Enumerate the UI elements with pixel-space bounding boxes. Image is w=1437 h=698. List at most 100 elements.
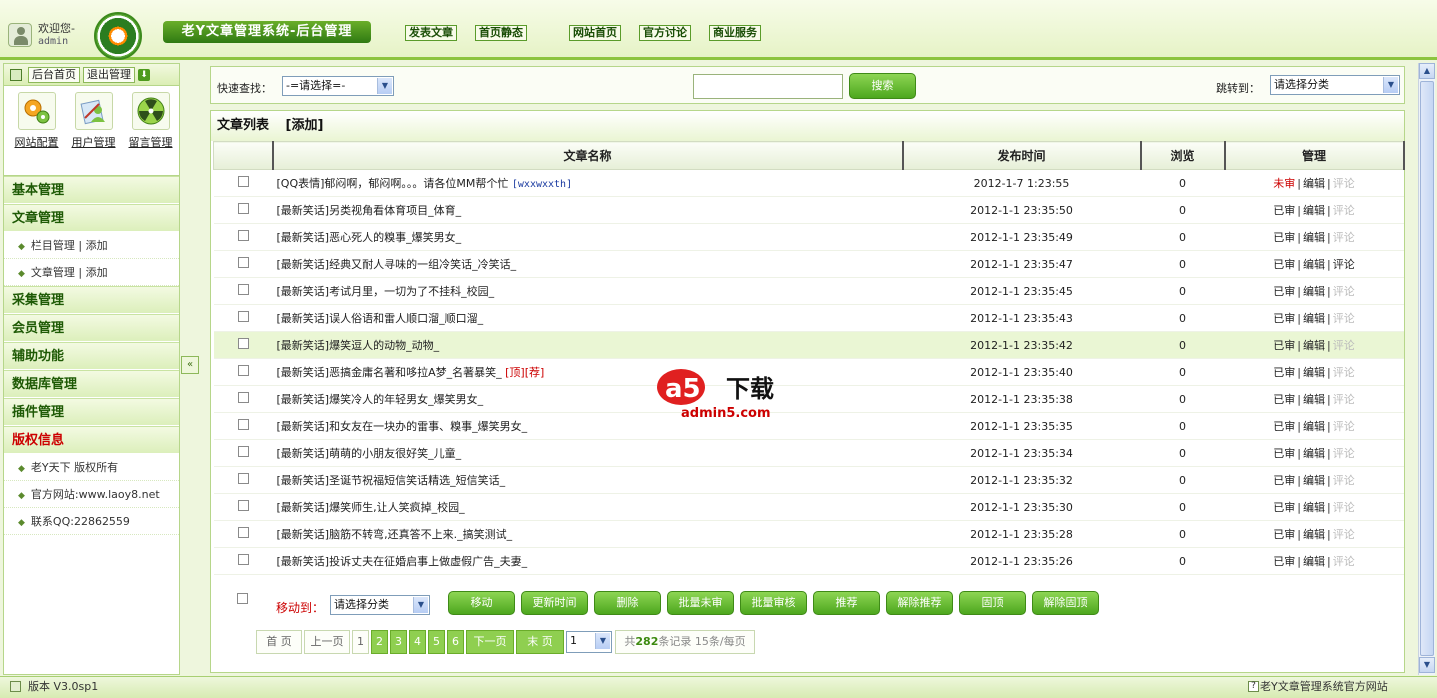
audit-status-link[interactable]: 已审 <box>1273 285 1295 298</box>
page-last[interactable]: 末 页 <box>516 629 564 654</box>
batch-button-3[interactable]: 删除 <box>594 591 661 615</box>
edit-link[interactable]: 编辑 <box>1303 285 1325 298</box>
batch-button-1[interactable]: 移动 <box>448 591 515 615</box>
quick-find-select[interactable]: -=请选择=- ▼ <box>282 76 394 96</box>
menu-basic[interactable]: 基本管理 <box>4 176 179 204</box>
edit-link[interactable]: 编辑 <box>1303 420 1325 433</box>
row-checkbox[interactable] <box>237 257 249 268</box>
audit-status-link[interactable]: 已审 <box>1273 393 1295 406</box>
menu-article[interactable]: 文章管理 <box>4 204 179 232</box>
row-checkbox[interactable] <box>237 527 249 538</box>
page-first[interactable]: 首 页 <box>256 629 302 654</box>
nav-static-home[interactable]: 首页静态 <box>475 25 527 41</box>
page-prev[interactable]: 上一页 <box>304 629 350 654</box>
audit-status-link[interactable]: 已审 <box>1273 420 1295 433</box>
article-title-link[interactable]: [最新笑话]误人俗语和雷人顺口溜_顺口溜_ <box>277 312 484 325</box>
move-to-select[interactable]: 请选择分类 ▼ <box>330 595 430 615</box>
row-checkbox[interactable] <box>237 176 249 187</box>
submenu-article[interactable]: ◆ 文章管理 | 添加 <box>4 259 179 286</box>
edit-link[interactable]: 编辑 <box>1303 474 1325 487</box>
audit-status-link[interactable]: 已审 <box>1273 204 1295 217</box>
row-checkbox[interactable] <box>237 365 249 376</box>
row-checkbox[interactable] <box>237 500 249 511</box>
edit-link[interactable]: 编辑 <box>1303 258 1325 271</box>
page-1[interactable]: 1 <box>352 629 369 654</box>
article-title-link[interactable]: [最新笑话]恶心死人的糗事_爆笑男女_ <box>277 231 462 244</box>
scroll-down-icon[interactable]: ▼ <box>1419 657 1435 673</box>
page-next[interactable]: 下一页 <box>466 629 514 654</box>
menu-copyright[interactable]: 版权信息 <box>4 426 179 454</box>
quick-site-config[interactable]: 网站配置 <box>8 92 65 175</box>
copyright-website[interactable]: ◆ 官方网站:www.laoy8.net <box>4 481 179 508</box>
arrow-down-icon[interactable]: ⬇ <box>138 68 150 81</box>
comment-link[interactable]: 评论 <box>1333 177 1355 190</box>
page-4[interactable]: 4 <box>409 629 426 654</box>
batch-button-7[interactable]: 解除推荐 <box>886 591 953 615</box>
submenu-column[interactable]: ◆ 栏目管理 | 添加 <box>4 232 179 259</box>
keyword-input[interactable] <box>693 74 843 99</box>
edit-link[interactable]: 编辑 <box>1303 447 1325 460</box>
menu-auxiliary[interactable]: 辅助功能 <box>4 342 179 370</box>
comment-link[interactable]: 评论 <box>1333 366 1355 379</box>
nav-business-service[interactable]: 商业服务 <box>709 25 761 41</box>
row-checkbox[interactable] <box>237 284 249 295</box>
audit-status-link[interactable]: 已审 <box>1273 501 1295 514</box>
article-title-link[interactable]: [最新笑话]爆笑冷人的年轻男女_爆笑男女_ <box>277 393 484 406</box>
quick-user-manage[interactable]: 用户管理 <box>65 92 122 175</box>
batch-button-2[interactable]: 更新时间 <box>521 591 588 615</box>
nav-publish-article[interactable]: 发表文章 <box>405 25 457 41</box>
comment-link[interactable]: 评论 <box>1333 501 1355 514</box>
menu-collect[interactable]: 采集管理 <box>4 286 179 314</box>
row-checkbox[interactable] <box>237 338 249 349</box>
batch-button-8[interactable]: 固顶 <box>959 591 1026 615</box>
quick-guestbook-manage[interactable]: 留言管理 <box>122 92 179 175</box>
article-title-link[interactable]: [最新笑话]另类视角看体育项目_体育_ <box>277 204 462 217</box>
menu-member[interactable]: 会员管理 <box>4 314 179 342</box>
comment-link[interactable]: 评论 <box>1333 555 1355 568</box>
vertical-scrollbar[interactable]: ▲ ▼ <box>1418 63 1435 675</box>
audit-status-link[interactable]: 已审 <box>1273 474 1295 487</box>
collapse-sidebar-button[interactable]: « <box>181 356 199 374</box>
article-title-link[interactable]: [最新笑话]爆笑逗人的动物_动物_ <box>277 339 440 352</box>
add-article-link[interactable]: [添加] <box>286 118 324 133</box>
comment-link[interactable]: 评论 <box>1333 393 1355 406</box>
page-6[interactable]: 6 <box>447 629 464 654</box>
audit-status-link[interactable]: 已审 <box>1273 447 1295 460</box>
edit-link[interactable]: 编辑 <box>1303 528 1325 541</box>
audit-status-link[interactable]: 未审 <box>1273 177 1295 190</box>
row-checkbox[interactable] <box>237 554 249 565</box>
audit-status-link[interactable]: 已审 <box>1273 231 1295 244</box>
row-checkbox[interactable] <box>237 203 249 214</box>
comment-link[interactable]: 评论 <box>1333 474 1355 487</box>
page-3[interactable]: 3 <box>390 629 407 654</box>
comment-link[interactable]: 评论 <box>1333 339 1355 352</box>
nav-site-home[interactable]: 网站首页 <box>569 25 621 41</box>
menu-plugin[interactable]: 插件管理 <box>4 398 179 426</box>
edit-link[interactable]: 编辑 <box>1303 366 1325 379</box>
logout-button[interactable]: 退出管理 <box>83 66 135 83</box>
scroll-thumb[interactable] <box>1420 81 1434 656</box>
comment-link[interactable]: 评论 <box>1333 204 1355 217</box>
edit-link[interactable]: 编辑 <box>1303 339 1325 352</box>
comment-link[interactable]: 评论 <box>1333 528 1355 541</box>
batch-button-6[interactable]: 推荐 <box>813 591 880 615</box>
row-checkbox[interactable] <box>237 419 249 430</box>
admin-home-button[interactable]: 后台首页 <box>28 66 80 83</box>
row-checkbox[interactable] <box>237 473 249 484</box>
row-checkbox[interactable] <box>237 230 249 241</box>
edit-link[interactable]: 编辑 <box>1303 501 1325 514</box>
comment-link[interactable]: 评论 <box>1333 420 1355 433</box>
audit-status-link[interactable]: 已审 <box>1273 339 1295 352</box>
comment-link[interactable]: 评论 <box>1333 258 1355 271</box>
comment-link[interactable]: 评论 <box>1333 312 1355 325</box>
article-title-link[interactable]: [最新笑话]恶搞金庸名著和哆拉A梦_名著暴笑_ <box>277 366 502 379</box>
batch-button-9[interactable]: 解除固顶 <box>1032 591 1099 615</box>
menu-database[interactable]: 数据库管理 <box>4 370 179 398</box>
article-title-link[interactable]: [最新笑话]脑筋不转弯,还真答不上来._搞笑测试_ <box>277 528 513 541</box>
comment-link[interactable]: 评论 <box>1333 285 1355 298</box>
row-checkbox[interactable] <box>237 392 249 403</box>
batch-button-4[interactable]: 批量未审 <box>667 591 734 615</box>
audit-status-link[interactable]: 已审 <box>1273 366 1295 379</box>
article-title-link[interactable]: [最新笑话]经典又耐人寻味的一组冷笑话_冷笑话_ <box>277 258 517 271</box>
row-checkbox[interactable] <box>237 446 249 457</box>
